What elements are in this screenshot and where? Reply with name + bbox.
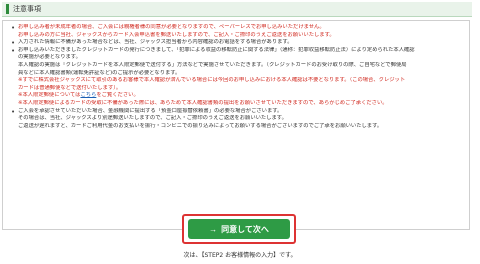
agree-next-button[interactable]: → 同意して次へ [188, 219, 290, 239]
notice-item-identity: お申し込みいただきましたクレジットカードの発行につきまして、「犯罪による収益の移… [11, 47, 463, 108]
notice-link-line: ※本人限定郵便についてはこちらをご覧ください。 [18, 92, 463, 100]
notice-line: ご返送が遅れますと、カードご利用代金のお支払いを振行・コンビニでの振り込みによっ… [18, 122, 383, 129]
header-accent-bar [6, 4, 9, 14]
notice-header: 注意事項 [2, 2, 472, 17]
notice-item-info-check: 入力された情報に不備があった場合などは、当社、ジャックス担当者から内容確認のお電… [11, 39, 463, 48]
page: 注意事項 お申し込み者が未成年者の場合、ご入会には親権者様の同意が必要となります… [0, 0, 480, 264]
notice-title: 注意事項 [13, 5, 41, 13]
next-step-text: 次は、【STEP2 お客様情報の入力】です。 [183, 252, 297, 259]
notice-item-bank-transfer: ご入会を承認させていただいた場合、金融機関に提出する「預金口座振替依頼書」の必要… [11, 108, 463, 131]
notice-line: の実施が必要となります。 [18, 54, 81, 61]
arrow-right-icon: → [209, 224, 218, 234]
agree-button-highlight: → 同意して次へ [182, 214, 296, 244]
link-suffix: をご覧ください。 [96, 92, 139, 99]
notice-list: お申し込み者が未成年者の場合、ご入会には親権者様の同意が必要となりますので、ペー… [11, 24, 463, 130]
notice-line: お申し込みの方に当社、ジャックスからカード入会申込書を郵送いたしますので、ご記入… [18, 31, 335, 38]
details-link[interactable]: こちら [80, 92, 96, 98]
notice-warning-line: ※本人限定郵便によるカードの受取に不備があった際には、あらためて本人確認書類の提… [18, 99, 388, 106]
agree-button-label: 同意して次へ [221, 224, 269, 234]
notice-line: 入力された情報に不備があった場合などは、当社、ジャックス担当者から内容確認のお電… [18, 39, 293, 46]
notice-line: 員などに本人確認書類(運転免許証など)のご提示が必要となります。 [18, 69, 181, 76]
notice-line: 本人確認の実施は「クレジットカードを本人限定郵便で送付する」方法などで実施させて… [18, 61, 407, 68]
notice-warning-line: ※すでに株式会社ジャックスにて取引のあるお客様で本人確認が済んでいる場合には今回… [18, 77, 406, 84]
link-prefix: ※本人限定郵便については [18, 92, 81, 99]
notice-item-minor: お申し込み者が未成年者の場合、ご入会には親権者様の同意が必要となりますので、ペー… [11, 24, 463, 39]
notice-line: お申し込み者が未成年者の場合、ご入会には親権者様の同意が必要となりますので、ペー… [18, 24, 325, 30]
notice-line: その場合は、当社、ジャックスより別途郵送いたしますので、ご記入・ご捺印のうえご返… [18, 115, 287, 122]
notice-line: お申し込みいただきましたクレジットカードの発行につきまして、「犯罪による収益の移… [18, 46, 415, 53]
notice-box: お申し込み者が未成年者の場合、ご入会には親権者様の同意が必要となりますので、ペー… [2, 20, 470, 230]
notice-line: ご入会を承認させていただいた場合、金融機関に提出する「預金口座振替依頼書」の必要… [18, 107, 283, 114]
notice-warning-line: カードは普通郵便などで送付いたします）。 [18, 84, 122, 91]
